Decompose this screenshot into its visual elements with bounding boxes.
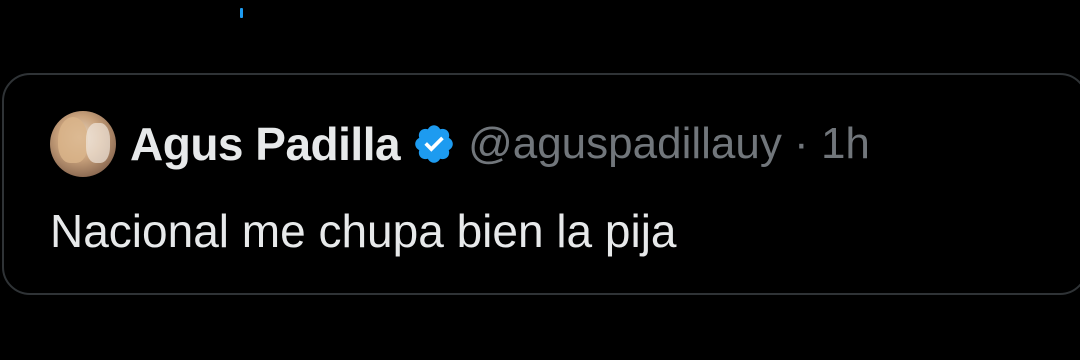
verified-badge-icon [415,125,453,163]
author-display-name[interactable]: Agus Padilla [130,111,401,177]
quoted-tweet-text: Nacional me chupa bien la pija [50,205,677,257]
quoted-tweet-header: Agus Padilla @aguspadillauy · 1h [50,111,870,177]
author-handle-and-time[interactable]: @aguspadillauy · 1h [468,111,870,177]
avatar[interactable] [50,111,116,177]
quoted-tweet-card[interactable]: Agus Padilla @aguspadillauy · 1h Naciona… [2,73,1080,295]
thread-line [240,8,243,18]
screen: Agus Padilla @aguspadillauy · 1h Naciona… [0,0,1080,360]
